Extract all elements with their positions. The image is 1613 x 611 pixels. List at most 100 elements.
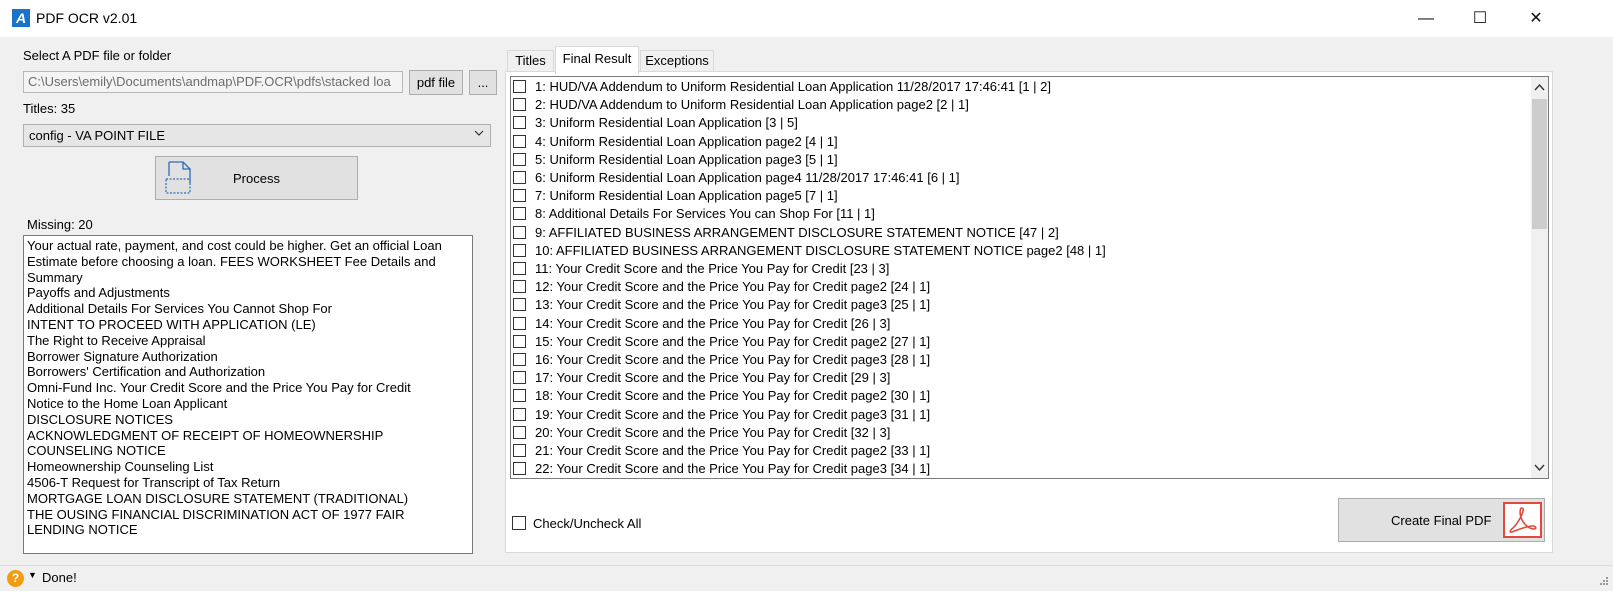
caret-down-icon[interactable]: ▼ [28, 570, 37, 580]
item-checkbox[interactable] [513, 207, 526, 221]
item-label: 20: Your Credit Score and the Price You … [535, 424, 891, 440]
item-checkbox[interactable] [513, 152, 526, 166]
item-label: 3: Uniform Residential Loan Application … [535, 115, 798, 131]
missing-line: Your actual rate, payment, and cost coul… [27, 238, 442, 253]
tab-titles[interactable]: Titles [507, 50, 554, 72]
missing-line: Borrower Signature Authorization [27, 348, 218, 364]
item-checkbox[interactable] [513, 444, 526, 457]
title-bar: A PDF OCR v2.01 — ☐ ✕ [0, 0, 1613, 37]
item-label: 4: Uniform Residential Loan Application … [535, 133, 838, 149]
missing-line: Summary [27, 269, 83, 285]
pdf-icon [1503, 502, 1542, 538]
missing-line: DISCLOSURE NOTICES [27, 411, 173, 427]
config-selected-value: config - VA POINT FILE [29, 128, 166, 143]
item-label: 12: Your Credit Score and the Price You … [535, 279, 931, 295]
item-checkbox[interactable] [513, 316, 526, 330]
item-checkbox[interactable] [513, 116, 526, 130]
missing-line: COUNSELING NOTICE [27, 443, 166, 459]
scrollbar-thumb[interactable] [1532, 99, 1547, 229]
help-icon[interactable]: ? [7, 570, 24, 587]
scroll-down-icon[interactable] [1531, 459, 1548, 476]
missing-line: Estimate before choosing a loan. FEES WO… [27, 253, 436, 269]
final-result-checklist[interactable]: 1: HUD/VA Addendum to Uniform Residentia… [510, 76, 1549, 479]
check-all-checkbox[interactable] [512, 516, 526, 530]
missing-count-label: Missing: 20 [27, 217, 93, 232]
missing-line: LENDING NOTICE [27, 522, 138, 538]
item-label: 2: HUD/VA Addendum to Uniform Residentia… [535, 97, 969, 113]
missing-line: Additional Details For Services You Cann… [27, 301, 332, 317]
item-label: 17: Your Credit Score and the Price You … [535, 370, 891, 386]
window-bottom-edge [0, 591, 1613, 611]
tab-exceptions[interactable]: Exceptions [640, 50, 714, 72]
item-checkbox[interactable] [513, 262, 526, 275]
item-checkbox[interactable] [513, 225, 526, 239]
item-checkbox[interactable] [513, 243, 526, 257]
process-button-label: Process [233, 171, 280, 186]
resize-grip-icon[interactable] [1597, 576, 1609, 588]
item-checkbox[interactable] [513, 171, 526, 184]
minimize-button[interactable]: — [1403, 0, 1449, 37]
status-text: Done! [42, 570, 77, 585]
item-checkbox[interactable] [513, 462, 526, 476]
item-checkbox[interactable] [513, 298, 526, 312]
browse-folder-button[interactable]: ... [469, 70, 497, 95]
chevron-down-icon [474, 130, 484, 136]
missing-line: Notice to the Home Loan Applicant [27, 395, 228, 411]
maximize-button[interactable]: ☐ [1457, 0, 1503, 37]
item-checkbox[interactable] [513, 371, 526, 385]
item-label: 5: Uniform Residential Loan Application … [535, 151, 838, 167]
pdf-file-button[interactable]: pdf file [409, 70, 463, 95]
missing-line: Borrowers' Certification and Authorizati… [27, 364, 266, 380]
app-logo-icon: A [12, 9, 30, 27]
item-checkbox[interactable] [513, 425, 526, 439]
create-final-pdf-label: Create Final PDF [1391, 513, 1492, 528]
missing-line: THE OUSING FINANCIAL DISCRIMINATION ACT … [27, 506, 405, 522]
item-label: 22: Your Credit Score and the Price You … [535, 461, 931, 477]
missing-line: Payoffs and Adjustments [27, 285, 170, 301]
item-checkbox[interactable] [513, 80, 526, 93]
item-label: 16: Your Credit Score and the Price You … [535, 352, 931, 367]
list-scrollbar[interactable] [1531, 77, 1548, 478]
item-checkbox[interactable] [513, 280, 526, 294]
missing-line: Omni-Fund Inc. Your Credit Score and the… [27, 380, 411, 396]
item-checkbox[interactable] [513, 134, 526, 148]
pdf-path-input[interactable]: C:\Users\emily\Documents\andmap\PDF.OCR\… [23, 71, 403, 93]
item-label: 10: AFFILIATED BUSINESS ARRANGEMENT DISC… [535, 242, 1106, 258]
item-checkbox[interactable] [513, 353, 526, 366]
item-label: 9: AFFILIATED BUSINESS ARRANGEMENT DISCL… [535, 224, 1059, 240]
item-checkbox[interactable] [513, 407, 526, 421]
item-checkbox[interactable] [513, 389, 526, 403]
check-all-label: Check/Uncheck All [533, 516, 642, 531]
item-checkbox[interactable] [513, 334, 526, 348]
item-label: 18: Your Credit Score and the Price You … [535, 388, 931, 404]
item-label: 8: Additional Details For Services You c… [535, 206, 875, 222]
missing-line: INTENT TO PROCEED WITH APPLICATION (LE) [27, 316, 316, 332]
create-final-pdf-button[interactable]: Create Final PDF [1338, 498, 1545, 542]
item-label: 19: Your Credit Score and the Price You … [535, 406, 931, 422]
item-label: 13: Your Credit Score and the Price You … [535, 297, 931, 313]
missing-titles-textbox[interactable]: Your actual rate, payment, and cost coul… [23, 235, 473, 554]
item-checkbox[interactable] [513, 98, 526, 112]
missing-line: 4506-T Request for Transcript of Tax Ret… [27, 474, 281, 490]
item-label: 6: Uniform Residential Loan Application … [535, 170, 960, 185]
item-label: 21: Your Credit Score and the Price You … [535, 443, 931, 458]
item-label: 1: HUD/VA Addendum to Uniform Residentia… [535, 79, 1052, 94]
missing-line: Homeownership Counseling List [27, 459, 214, 475]
item-label: 15: Your Credit Score and the Price You … [535, 333, 931, 349]
close-button[interactable]: ✕ [1513, 0, 1559, 37]
scroll-up-icon[interactable] [1531, 79, 1548, 96]
item-label: 7: Uniform Residential Loan Application … [535, 188, 838, 204]
tab-final-result[interactable]: Final Result [555, 46, 639, 74]
window-title: PDF OCR v2.01 [36, 10, 138, 26]
item-label: 14: Your Credit Score and the Price You … [535, 315, 891, 331]
process-button[interactable]: Process [155, 156, 358, 200]
document-scan-icon [165, 161, 191, 194]
select-pdf-label: Select A PDF file or folder [23, 48, 172, 63]
missing-line: The Right to Receive Appraisal [27, 332, 206, 348]
config-select[interactable]: config - VA POINT FILE [23, 124, 491, 147]
missing-line: ACKNOWLEDGMENT OF RECEIPT OF HOMEOWNERSH… [27, 427, 384, 443]
item-checkbox[interactable] [513, 189, 526, 203]
item-label: 11: Your Credit Score and the Price You … [535, 261, 890, 276]
titles-count-label: Titles: 35 [23, 101, 76, 116]
missing-line: MORTGAGE LOAN DISCLOSURE STATEMENT (TRAD… [27, 490, 409, 506]
